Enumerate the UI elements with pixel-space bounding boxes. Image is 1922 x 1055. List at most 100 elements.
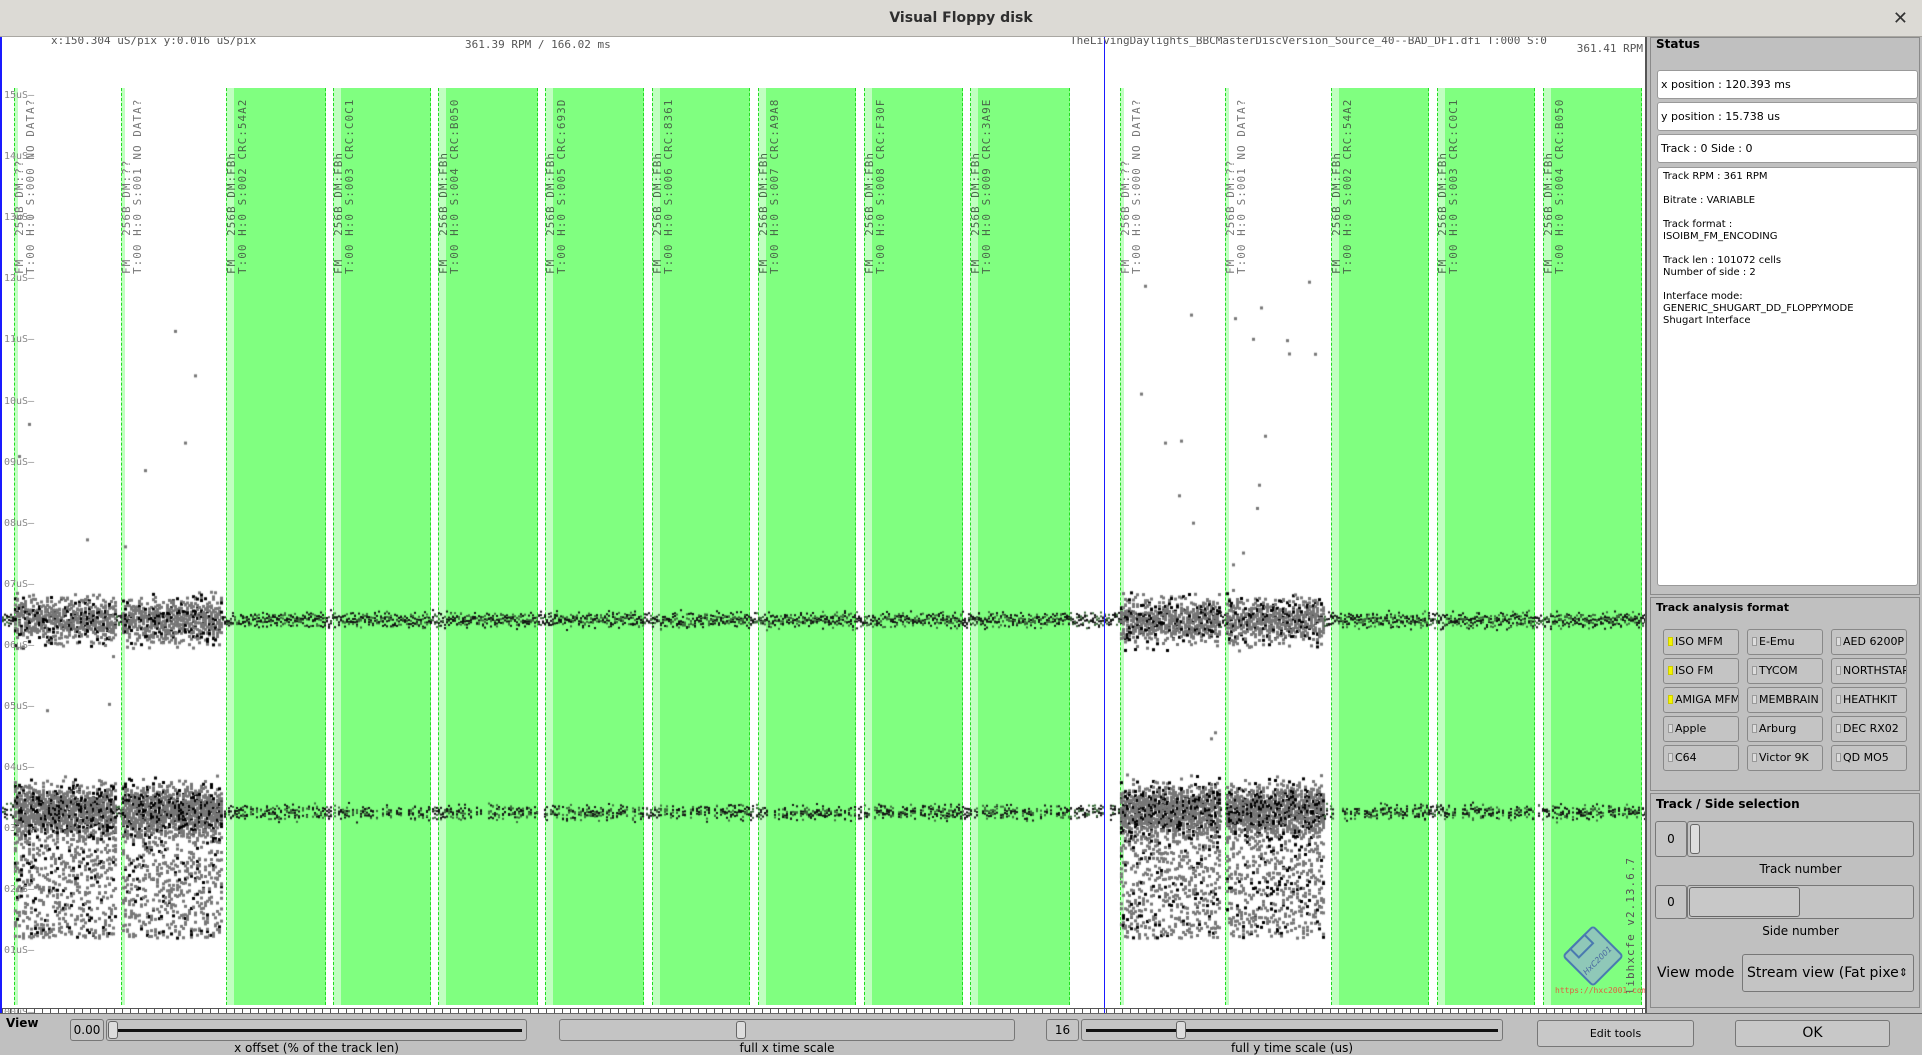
format-label: HEATHKIT bbox=[1843, 693, 1898, 706]
format-button-qd-mo5[interactable]: QD MO5 bbox=[1831, 745, 1907, 771]
y-axis-label: 15uS— bbox=[4, 90, 35, 101]
format-label: Arburg bbox=[1759, 722, 1797, 735]
x-offset-value[interactable]: 0.00 bbox=[70, 1019, 104, 1041]
format-button-aed-6200p[interactable]: AED 6200P bbox=[1831, 629, 1907, 655]
format-label: AMIGA MFM bbox=[1675, 693, 1739, 706]
format-label: MEMBRAIN bbox=[1759, 693, 1819, 706]
file-info: TheLivingDaylights_BBCMasterDiscVersion_… bbox=[1070, 37, 1547, 47]
slider-groove bbox=[1086, 1029, 1498, 1032]
track-info-line bbox=[1663, 183, 1912, 195]
x-offset-thumb[interactable] bbox=[108, 1021, 118, 1039]
format-button-arburg[interactable]: Arburg bbox=[1747, 716, 1823, 742]
track-info-line bbox=[1663, 243, 1912, 255]
format-label: ISO MFM bbox=[1675, 635, 1723, 648]
x-offset-slider[interactable] bbox=[106, 1019, 527, 1041]
format-label: E-Emu bbox=[1759, 635, 1795, 648]
track-number-value[interactable]: 0 bbox=[1655, 821, 1687, 857]
hxc2001-logo: HxC2001 bbox=[1562, 925, 1624, 990]
track-number-label: Track number bbox=[1759, 862, 1842, 876]
checkbox-indicator-icon bbox=[1836, 666, 1841, 675]
track-info-line: Number of side : 2 bbox=[1663, 267, 1756, 278]
track-info-line bbox=[1663, 207, 1912, 219]
track-analysis-group: Track analysis format ISO MFM E-Emu AED 62… bbox=[1650, 597, 1920, 791]
format-label: Apple bbox=[1675, 722, 1707, 735]
y-scale-thumb[interactable] bbox=[1176, 1021, 1186, 1039]
y-axis-label: 03uS— bbox=[4, 823, 35, 835]
format-button-apple[interactable]: Apple bbox=[1663, 716, 1739, 742]
track-info-line bbox=[1663, 279, 1912, 291]
y-axis-label: 04uS— bbox=[4, 762, 35, 774]
x-scale-slider[interactable] bbox=[559, 1019, 1015, 1041]
format-button-victor-9k[interactable]: Victor 9K bbox=[1747, 745, 1823, 771]
x-scale-label: full x time scale bbox=[739, 1041, 835, 1055]
format-button-iso-fm[interactable]: ISO FM bbox=[1663, 658, 1739, 684]
x-scale-thumb[interactable] bbox=[736, 1021, 746, 1039]
format-button-dec-rx02[interactable]: DEC RX02 bbox=[1831, 716, 1907, 742]
checkbox-indicator-icon bbox=[1752, 724, 1757, 733]
checkbox-indicator-icon bbox=[1752, 753, 1757, 762]
format-label: ISO FM bbox=[1675, 664, 1714, 677]
checkbox-indicator-icon bbox=[1668, 753, 1673, 762]
track-stream-view[interactable]: FM 256B DM:??T:00 H:0 S:000 NO DATA?FM 2… bbox=[0, 37, 1645, 1013]
close-icon[interactable]: ✕ bbox=[1893, 0, 1908, 37]
x-position-field: x position : 120.393 ms bbox=[1657, 70, 1918, 99]
rpm-info-right: 361.41 RPM bbox=[1576, 42, 1643, 55]
scale-info: x:150.304 uS/pix y:0.016 uS/pix bbox=[51, 37, 257, 47]
y-axis-label: 02uS— bbox=[4, 884, 35, 896]
view-title: View bbox=[6, 1016, 39, 1030]
window-title: Visual Floppy disk bbox=[889, 10, 1033, 26]
status-group: Status x position : 120.393 ms y positio… bbox=[1650, 37, 1920, 595]
view-mode-select[interactable]: Stream view (Fat pixe ⇕ bbox=[1742, 954, 1914, 992]
slider-groove bbox=[111, 1029, 522, 1032]
y-scale-slider[interactable] bbox=[1081, 1019, 1503, 1041]
cursor-line bbox=[1104, 37, 1105, 1013]
track-side-title: Track / Side selection bbox=[1656, 797, 1800, 811]
side-slider-thumb[interactable] bbox=[1689, 887, 1800, 917]
side-number-slider[interactable] bbox=[1687, 885, 1914, 919]
view-mode-value: Stream view (Fat pixe bbox=[1747, 965, 1899, 981]
track-slider-thumb[interactable] bbox=[1690, 824, 1700, 854]
format-button-tycom[interactable]: TYCOM bbox=[1747, 658, 1823, 684]
format-label: QD MO5 bbox=[1843, 751, 1889, 764]
format-label: TYCOM bbox=[1759, 664, 1798, 677]
side-panel: Status x position : 120.393 ms y positio… bbox=[1645, 37, 1922, 1013]
checkbox-indicator-icon bbox=[1836, 753, 1841, 762]
pulse-scatter bbox=[2, 37, 1645, 1013]
format-label: DEC RX02 bbox=[1843, 722, 1899, 735]
format-button-northstar[interactable]: NORTHSTAR bbox=[1831, 658, 1907, 684]
status-title: Status bbox=[1656, 37, 1700, 51]
track-analysis-title: Track analysis format bbox=[1656, 601, 1790, 614]
format-button-iso-mfm[interactable]: ISO MFM bbox=[1663, 629, 1739, 655]
format-label: C64 bbox=[1675, 751, 1697, 764]
y-axis-label: 07uS— bbox=[4, 578, 35, 590]
checkbox-indicator-icon bbox=[1836, 637, 1841, 646]
y-axis-label: 12uS— bbox=[4, 273, 35, 285]
track-number-slider[interactable] bbox=[1687, 821, 1914, 857]
track-info-line: GENERIC_SHUGART_DD_FLOPPYMODE bbox=[1663, 303, 1854, 314]
format-button-amiga-mfm[interactable]: AMIGA MFM bbox=[1663, 687, 1739, 713]
logo-url: https://hxc2001.com bbox=[1555, 986, 1645, 995]
view-bar: View 0.00 x offset (% of the track len) … bbox=[0, 1013, 1922, 1055]
side-number-value[interactable]: 0 bbox=[1655, 885, 1687, 919]
y-axis-label: 06uS— bbox=[4, 639, 35, 651]
checkbox-indicator-icon bbox=[1752, 666, 1757, 675]
format-button-membrain[interactable]: MEMBRAIN bbox=[1747, 687, 1823, 713]
format-button-c64[interactable]: C64 bbox=[1663, 745, 1739, 771]
track-info-line: ISOIBM_FM_ENCODING bbox=[1663, 231, 1778, 242]
track-info-line: Track RPM : 361 RPM bbox=[1663, 171, 1768, 182]
checkbox-indicator-icon bbox=[1668, 637, 1673, 646]
checkbox-indicator-icon bbox=[1752, 637, 1757, 646]
ok-button[interactable]: OK bbox=[1735, 1020, 1890, 1047]
track-info-box[interactable]: Track RPM : 361 RPM Bitrate : VARIABLE Tra… bbox=[1657, 167, 1918, 586]
track-info-line: Track format : bbox=[1663, 219, 1733, 230]
view-mode-label: View mode bbox=[1657, 965, 1735, 981]
format-button-heathkit[interactable]: HEATHKIT bbox=[1831, 687, 1907, 713]
title-bar: Visual Floppy disk bbox=[0, 0, 1922, 37]
format-label: AED 6200P bbox=[1843, 635, 1905, 648]
edit-tools-button[interactable]: Edit tools bbox=[1537, 1020, 1694, 1047]
format-label: NORTHSTAR bbox=[1843, 664, 1907, 677]
format-button-e-emu[interactable]: E-Emu bbox=[1747, 629, 1823, 655]
y-scale-value[interactable]: 16 bbox=[1046, 1019, 1079, 1041]
checkbox-indicator-icon bbox=[1836, 695, 1841, 704]
side-number-label: Side number bbox=[1762, 924, 1839, 938]
